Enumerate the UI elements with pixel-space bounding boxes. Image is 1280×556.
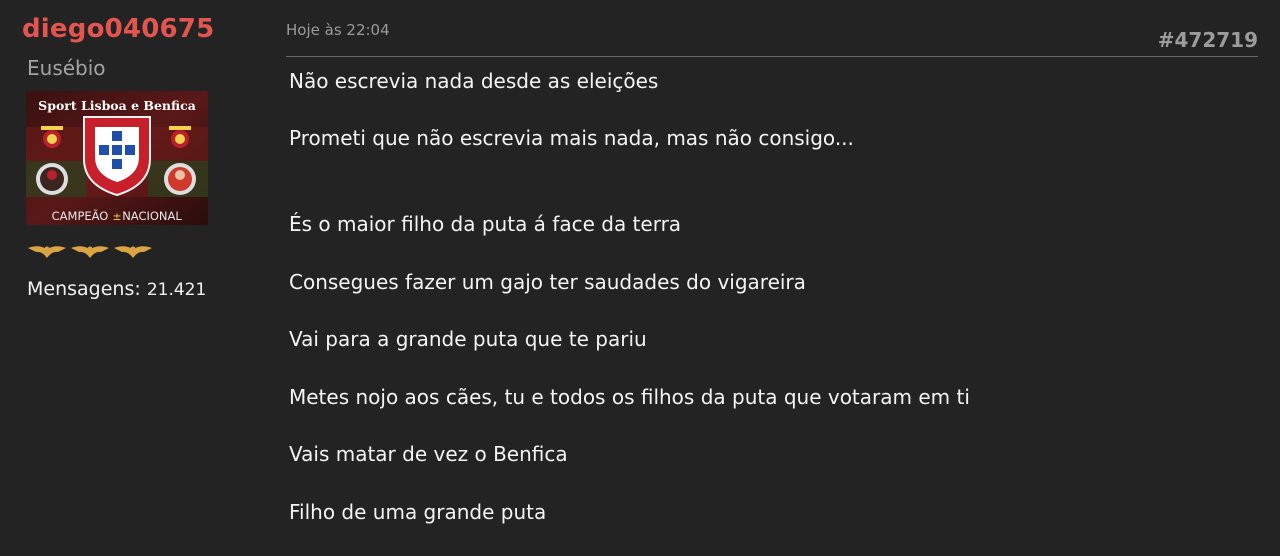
- post-timestamp[interactable]: Hoje às 22:04: [286, 21, 390, 39]
- rank-wings-icon: [26, 240, 156, 262]
- message-count-label: Mensagens:: [27, 278, 141, 300]
- post-divider: [286, 56, 1258, 57]
- post-line: Não escrevia nada desde as eleições: [289, 69, 659, 93]
- post-line: Metes nojo aos cães, tu e todos os filho…: [289, 385, 970, 409]
- message-count-value: 21.421: [146, 280, 207, 300]
- avatar-caption-right: NACIONAL: [122, 209, 182, 223]
- portugal-shield-icon: [83, 116, 151, 197]
- avatar-banner-text: Sport Lisboa e Benfica: [38, 98, 196, 113]
- post: Hoje às 22:04 #472719 Não escrevia nada …: [286, 0, 1258, 556]
- username-link[interactable]: diego040675: [22, 14, 214, 44]
- avatar-caption-left: CAMPEÃO: [52, 208, 109, 223]
- post-line: Vais matar de vez o Benfica: [289, 442, 568, 466]
- post-line: Filho de uma grande puta: [289, 500, 547, 524]
- post-line: Vai para a grande puta que te pariu: [289, 327, 647, 351]
- svg-text:±: ±: [112, 210, 121, 223]
- user-rank: Eusébio: [27, 56, 106, 80]
- message-count: Mensagens: 21.421: [27, 278, 206, 300]
- avatar[interactable]: Sport Lisboa e Benfica CAMPEÃO ± NACIONA…: [26, 91, 208, 225]
- post-line: Prometi que não escrevia mais nada, mas …: [289, 126, 854, 150]
- post-line: És o maior filho da puta á face da terra: [289, 212, 682, 236]
- post-line: Consegues fazer um gajo ter saudades do …: [289, 270, 806, 294]
- post-number-link[interactable]: #472719: [1158, 28, 1258, 52]
- user-info-panel: diego040675 Eusébio Sport Lisboa e Benfi…: [0, 0, 270, 556]
